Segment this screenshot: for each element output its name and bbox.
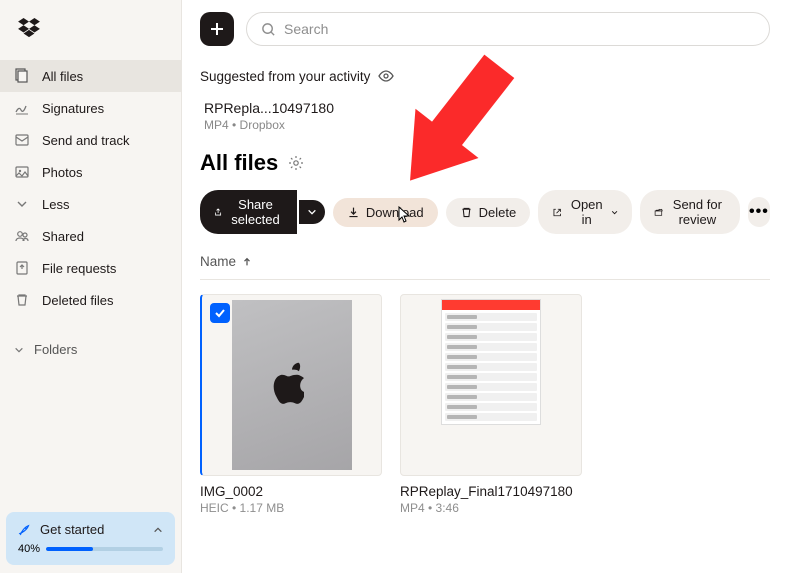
chevron-down-icon [14,345,24,355]
file-card[interactable]: RPReplay_Final1710497180 MP4 • 3:46 [400,294,582,515]
check-icon [214,307,226,319]
shared-icon [14,228,30,244]
phone-settings-preview [441,299,541,425]
table-header-name[interactable]: Name [200,254,770,280]
eye-icon[interactable] [378,68,394,84]
request-icon [14,260,30,276]
apple-device-back [232,300,352,470]
file-meta: MP4 • 3:46 [400,501,582,515]
suggested-file-meta: MP4 • Dropbox [204,118,770,132]
sidebar-item-label: Less [42,197,69,212]
sidebar-item-label: Deleted files [42,293,114,308]
sort-column-label: Name [200,254,236,269]
delete-button[interactable]: Delete [446,198,531,227]
page-title: All files [200,150,278,176]
sidebar-item-less[interactable]: Less [0,188,181,220]
sidebar-item-label: Signatures [42,101,104,116]
get-started-label: Get started [40,522,104,537]
download-icon [347,206,360,219]
files-icon [14,68,30,84]
chevron-up-icon [153,525,163,535]
sidebar-item-shared[interactable]: Shared [0,220,181,252]
action-bar: Share selected Download Delete Open in S… [200,190,770,234]
send-for-review-button[interactable]: Send for review [640,190,740,234]
main-content: Search Suggested from your activity RPRe… [182,0,788,573]
file-thumbnail[interactable] [200,294,382,476]
dropbox-logo [18,18,181,38]
file-meta: HEIC • 1.17 MB [200,501,382,515]
sidebar-item-label: Photos [42,165,82,180]
search-icon [261,22,276,37]
trash-icon [14,292,30,308]
sidebar-item-signatures[interactable]: Signatures [0,92,181,124]
cursor-icon [398,206,412,224]
signature-icon [14,100,30,116]
plus-icon [209,21,225,37]
add-button[interactable] [200,12,234,46]
share-icon [214,206,222,219]
file-name: RPReplay_Final1710497180 [400,484,582,499]
sidebar: All files Signatures Send and track Phot… [0,0,182,573]
more-button[interactable]: ••• [748,197,770,227]
sidebar-item-deleted[interactable]: Deleted files [0,284,181,316]
sidebar-item-file-requests[interactable]: File requests [0,252,181,284]
sidebar-item-send-track[interactable]: Send and track [0,124,181,156]
open-in-icon [552,206,562,219]
file-grid: IMG_0002 HEIC • 1.17 MB RPReplay_Final17… [200,294,770,515]
file-card[interactable]: IMG_0002 HEIC • 1.17 MB [200,294,382,515]
search-input[interactable]: Search [246,12,770,46]
download-button[interactable]: Download [333,198,438,227]
share-selected-button[interactable]: Share selected [200,190,297,234]
checkbox-checked[interactable] [210,303,230,323]
get-started-card[interactable]: Get started 40% [6,512,175,565]
photos-icon [14,164,30,180]
file-thumbnail[interactable] [400,294,582,476]
open-in-button[interactable]: Open in [538,190,632,234]
suggested-file-name: RPRepla...10497180 [204,100,770,116]
gear-icon[interactable] [288,155,304,171]
download-label: Download [366,205,424,220]
trash-icon [460,206,473,219]
review-label: Send for review [669,197,726,227]
progress-bar [46,547,163,551]
suggested-header: Suggested from your activity [200,68,770,84]
sidebar-item-label: File requests [42,261,116,276]
sidebar-item-label: Shared [42,229,84,244]
suggested-file[interactable]: RPRepla...10497180 MP4 • Dropbox [204,100,770,132]
get-started-percent: 40% [18,543,40,555]
chevron-down-icon [14,196,30,212]
file-name: IMG_0002 [200,484,382,499]
share-label: Share selected [228,197,283,227]
arrow-up-icon [242,257,252,267]
share-dropdown-button[interactable] [299,200,325,224]
folders-section[interactable]: Folders [0,334,181,365]
rocket-icon [18,523,32,537]
search-placeholder: Search [284,21,328,37]
sidebar-item-label: Send and track [42,133,129,148]
clapper-icon [654,205,663,219]
open-in-label: Open in [569,197,605,227]
folders-label: Folders [34,342,77,357]
send-icon [14,132,30,148]
delete-label: Delete [479,205,517,220]
sidebar-item-photos[interactable]: Photos [0,156,181,188]
chevron-down-icon [611,208,618,217]
sidebar-item-all-files[interactable]: All files [0,60,181,92]
suggested-label: Suggested from your activity [200,69,370,84]
sidebar-item-label: All files [42,69,83,84]
ellipsis-icon: ••• [749,203,769,221]
chevron-down-icon [307,207,317,217]
